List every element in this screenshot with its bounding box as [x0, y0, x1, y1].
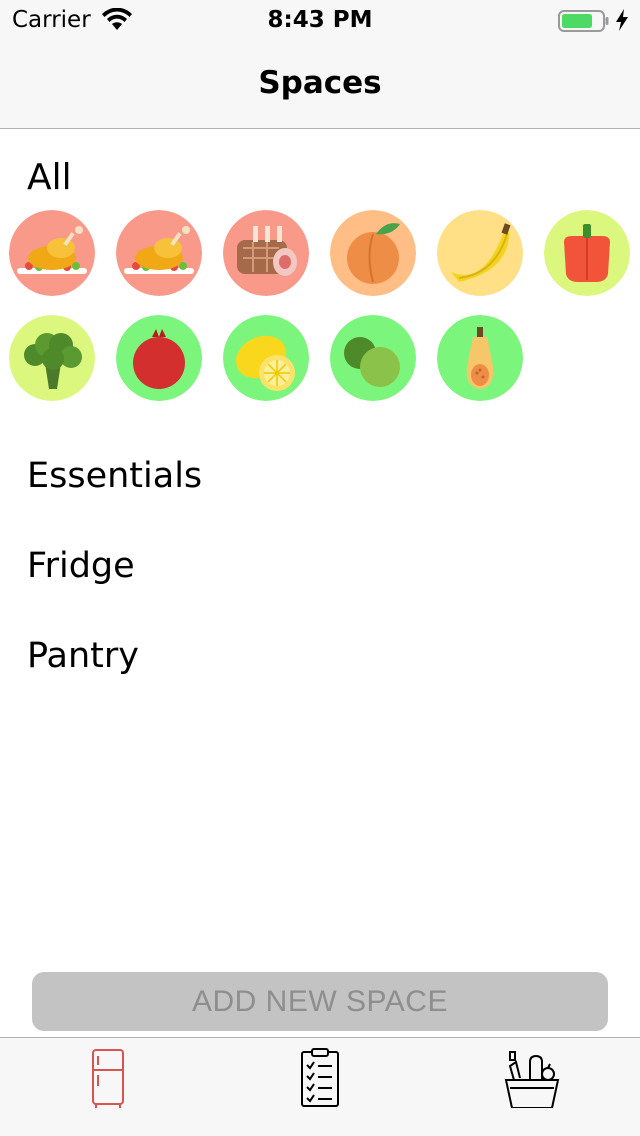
battery-icon — [558, 10, 609, 32]
tab-bar — [0, 1037, 640, 1136]
charging-bolt-icon — [616, 9, 628, 31]
navigation-bar: Spaces — [0, 40, 640, 129]
add-new-space-button[interactable]: ADD NEW SPACE — [32, 972, 608, 1031]
tab-groceries[interactable] — [492, 1048, 572, 1108]
tab-checklist[interactable] — [280, 1048, 360, 1108]
roast-chicken-icon[interactable] — [9, 210, 95, 296]
peach-icon[interactable] — [330, 210, 416, 296]
broccoli-icon[interactable] — [9, 315, 95, 401]
butternut-squash-icon[interactable] — [437, 315, 523, 401]
fridge-icon — [92, 1049, 124, 1108]
space-row-essentials[interactable]: Essentials — [27, 456, 202, 496]
lemon-icon[interactable] — [223, 315, 309, 401]
rack-of-lamb-icon[interactable] — [223, 210, 309, 296]
clock: 8:43 PM — [267, 7, 373, 33]
bell-pepper-icon[interactable] — [544, 210, 630, 296]
page-title: Spaces — [258, 65, 382, 101]
banana-icon[interactable] — [437, 210, 523, 296]
space-row-fridge[interactable]: Fridge — [27, 546, 135, 586]
limes-icon[interactable] — [330, 315, 416, 401]
pomegranate-icon[interactable] — [116, 315, 202, 401]
grocery-basket-icon — [504, 1051, 560, 1108]
roast-chicken-icon[interactable] — [116, 210, 202, 296]
status-bar: Carrier 8:43 PM — [0, 0, 640, 40]
checklist-icon — [301, 1048, 339, 1107]
space-row-pantry[interactable]: Pantry — [27, 636, 139, 676]
tab-fridge[interactable] — [68, 1048, 148, 1108]
section-title-all: All — [27, 157, 72, 198]
